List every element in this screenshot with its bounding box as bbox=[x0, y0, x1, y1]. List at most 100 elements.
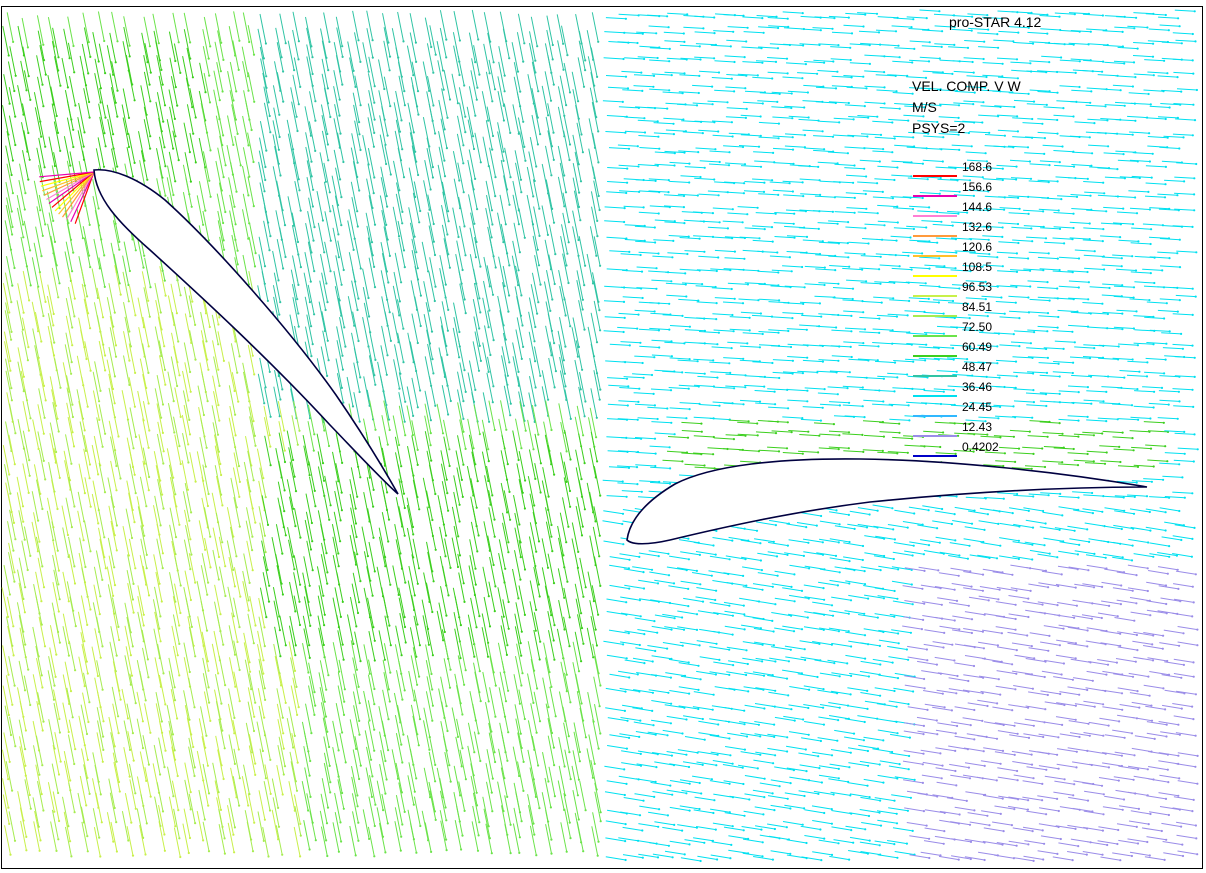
velocity-vector-head bbox=[788, 182, 791, 185]
velocity-vector-head bbox=[103, 39, 106, 43]
velocity-vector-head bbox=[861, 405, 864, 408]
velocity-vector-head bbox=[414, 41, 417, 44]
velocity-vector-head bbox=[341, 55, 344, 59]
velocity-vector-head bbox=[207, 368, 210, 371]
velocity-vector-head bbox=[681, 314, 684, 317]
velocity-vector-head bbox=[717, 130, 720, 133]
velocity-vector-head bbox=[127, 116, 131, 119]
velocity-vector-head bbox=[1090, 90, 1093, 93]
velocity-vector-head bbox=[1101, 14, 1104, 17]
velocity-vector-head bbox=[672, 133, 676, 136]
velocity-vector-head bbox=[1119, 89, 1122, 92]
velocity-vector-head bbox=[823, 61, 826, 64]
velocity-vector-head bbox=[636, 145, 639, 148]
velocity-vector-head bbox=[187, 399, 190, 402]
velocity-vector-head bbox=[685, 417, 688, 420]
velocity-vector-head bbox=[517, 370, 520, 373]
velocity-vector-head bbox=[1057, 315, 1060, 319]
velocity-vector-head bbox=[547, 495, 550, 498]
velocity-vector-head bbox=[583, 462, 586, 465]
velocity-vector-head bbox=[1176, 194, 1179, 197]
velocity-vector-head bbox=[188, 433, 192, 436]
velocity-vector-head bbox=[656, 417, 659, 421]
velocity-vector-head bbox=[701, 132, 704, 135]
velocity-vector-head bbox=[1087, 298, 1090, 301]
velocity-vector-head bbox=[1072, 212, 1075, 215]
velocity-vector-head bbox=[82, 145, 85, 148]
velocity-vector-head bbox=[433, 299, 436, 303]
velocity-vector-head bbox=[816, 72, 819, 75]
velocity-vector-head bbox=[791, 148, 795, 151]
velocity-vector-head bbox=[177, 159, 180, 162]
velocity-vector-head bbox=[910, 175, 913, 178]
velocity-vector-head bbox=[281, 388, 284, 391]
velocity-vector-head bbox=[893, 178, 896, 182]
velocity-vector-head bbox=[730, 121, 734, 124]
velocity-vector-head bbox=[27, 178, 30, 181]
velocity-vector-head bbox=[235, 90, 238, 93]
velocity-vector-head bbox=[86, 405, 89, 408]
velocity-vector-head bbox=[552, 158, 555, 161]
velocity-vector-head bbox=[547, 398, 550, 401]
velocity-vector-head bbox=[296, 129, 299, 133]
velocity-vector-head bbox=[356, 210, 359, 213]
velocity-vector-head bbox=[338, 98, 341, 101]
velocity-vector-head bbox=[458, 39, 461, 42]
velocity-vector-head bbox=[687, 235, 690, 238]
velocity-vector-head bbox=[1058, 422, 1061, 425]
velocity-vector-head bbox=[673, 164, 676, 167]
velocity-vector-head bbox=[415, 251, 418, 254]
velocity-vector-head bbox=[134, 492, 137, 495]
plot-frame bbox=[1, 6, 1203, 869]
velocity-vector-head bbox=[786, 17, 789, 20]
velocity-vector-head bbox=[517, 223, 521, 226]
velocity-vector-head bbox=[488, 285, 491, 288]
velocity-vector-head bbox=[356, 308, 359, 312]
velocity-vector-head bbox=[762, 190, 766, 193]
velocity-vector-head bbox=[538, 207, 541, 210]
velocity-vector-head bbox=[1168, 257, 1171, 260]
velocity-vector-head bbox=[817, 227, 820, 230]
velocity-vector-head bbox=[443, 128, 446, 131]
velocity-vector-head bbox=[984, 152, 987, 155]
velocity-vector-head bbox=[731, 313, 734, 317]
velocity-vector-head bbox=[492, 61, 495, 64]
velocity-vector-head bbox=[247, 144, 250, 147]
velocity-vector-head bbox=[474, 388, 477, 391]
velocity-vector-head bbox=[667, 191, 670, 194]
velocity-vector-head bbox=[1164, 358, 1167, 361]
velocity-vector-head bbox=[758, 400, 762, 403]
velocity-vector-head bbox=[278, 415, 281, 418]
velocity-vector-head bbox=[597, 40, 600, 43]
velocity-vector-head bbox=[895, 315, 899, 318]
velocity-vector-head bbox=[1108, 286, 1111, 290]
velocity-vector-head bbox=[147, 489, 150, 492]
velocity-vector-head bbox=[774, 432, 778, 435]
velocity-vector-head bbox=[299, 85, 302, 88]
velocity-vector-head bbox=[308, 301, 311, 304]
velocity-vector-head bbox=[101, 445, 104, 448]
velocity-vector-head bbox=[1149, 242, 1152, 246]
velocity-vector-head bbox=[1191, 134, 1194, 137]
velocity-vector-head bbox=[27, 346, 30, 349]
velocity-vector-head bbox=[220, 473, 223, 477]
velocity-vector-head bbox=[883, 86, 886, 89]
velocity-vector-head bbox=[801, 452, 804, 455]
velocity-vector-head bbox=[745, 107, 748, 110]
velocity-vector-head bbox=[1072, 115, 1075, 118]
velocity-vector-head bbox=[834, 269, 837, 272]
velocity-vector-head bbox=[895, 239, 898, 242]
velocity-vector-head bbox=[1093, 347, 1096, 350]
velocity-vector-head bbox=[99, 101, 102, 104]
velocity-vector-head bbox=[522, 345, 525, 348]
velocity-vector-head bbox=[1058, 161, 1061, 164]
velocity-vector-head bbox=[474, 256, 477, 259]
velocity-vector-head bbox=[626, 87, 630, 90]
velocity-vector-head bbox=[358, 121, 361, 124]
velocity-vector-head bbox=[1148, 208, 1151, 211]
velocity-vector-head bbox=[147, 371, 150, 374]
velocity-vector-head bbox=[711, 85, 714, 88]
velocity-vector-head bbox=[879, 255, 882, 258]
velocity-vector-head bbox=[374, 358, 377, 361]
velocity-vector-head bbox=[314, 119, 317, 122]
